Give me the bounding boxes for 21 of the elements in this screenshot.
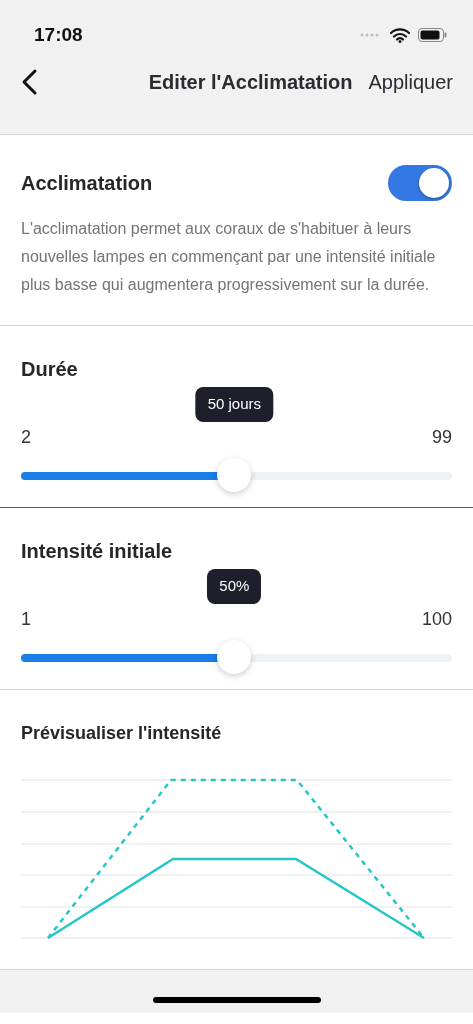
max-value: 99	[431, 426, 452, 449]
value-tooltip: 50%	[207, 569, 262, 604]
max-value: 100	[421, 608, 452, 631]
slider-label: Durée	[21, 357, 79, 382]
slider-track[interactable]	[21, 654, 452, 662]
min-value: 1	[21, 608, 31, 631]
battery-icon	[418, 28, 447, 42]
wifi-icon	[390, 27, 410, 43]
status-time: 17:08	[34, 22, 83, 47]
slider-label: Intensité initiale	[21, 539, 174, 564]
apply-button[interactable]: Appliquer	[368, 67, 453, 97]
toggle-switch[interactable]	[388, 165, 452, 201]
screen-title: Editer l'Acclimatation	[148, 70, 353, 95]
slider-thumb[interactable]	[217, 640, 252, 674]
value-tooltip: 50 jours	[195, 387, 274, 422]
description-text: L'acclimatation permet aux coraux de s'habituer à leurs nouvelles lampes en commençant par une intensité initiale plus basse qui augmentera progressivement sur la durée.	[21, 219, 437, 295]
min-value: 2	[21, 426, 31, 449]
setting-label: Acclimatation	[21, 171, 153, 196]
section-title: Prévisualiser l'intensité	[21, 722, 223, 745]
slider-thumb[interactable]	[217, 458, 252, 492]
slider-track[interactable]	[21, 472, 452, 480]
